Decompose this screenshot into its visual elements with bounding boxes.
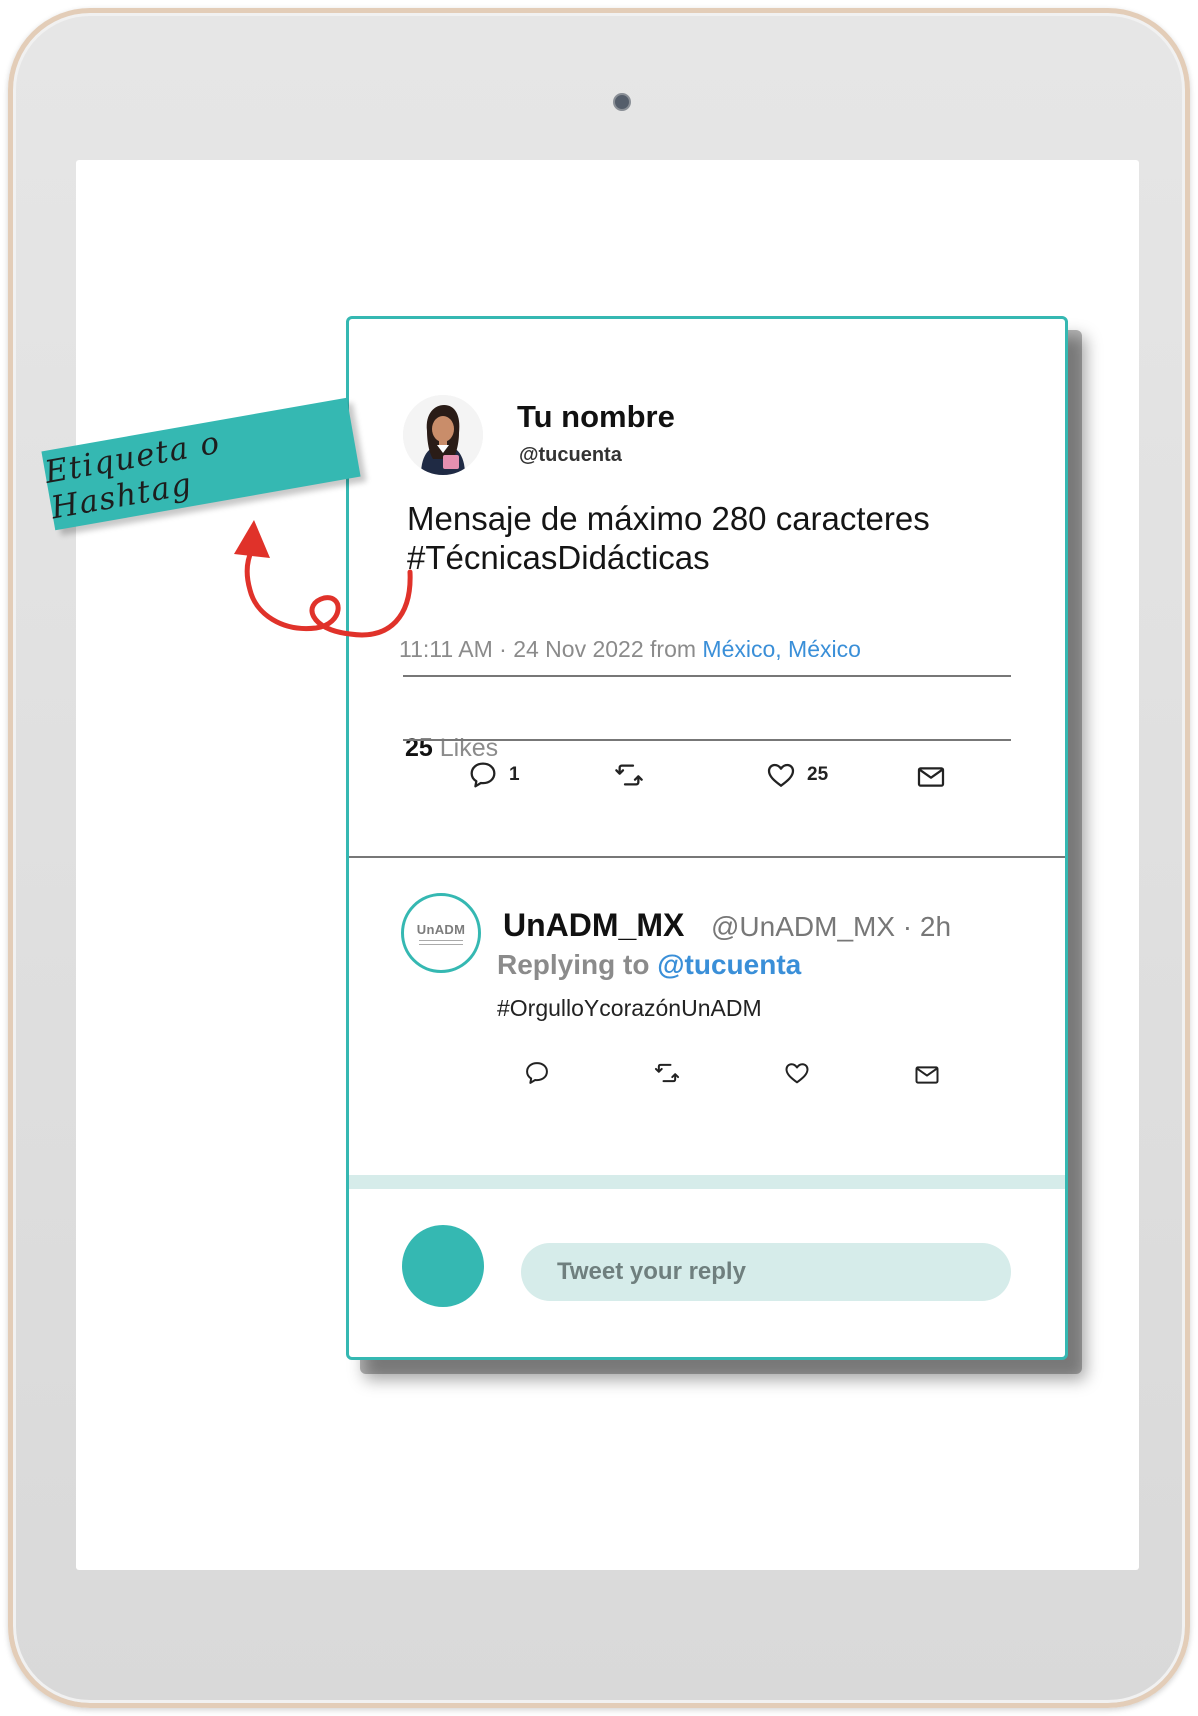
like-count: 25 bbox=[807, 764, 829, 785]
user-avatar[interactable] bbox=[403, 395, 483, 475]
retweet-icon bbox=[615, 764, 643, 786]
retweet-icon bbox=[654, 1063, 680, 1083]
annotation-arrow bbox=[234, 520, 413, 638]
current-user-avatar bbox=[402, 1225, 484, 1307]
tweet-text: Mensaje de máximo 280 caracteres #Técnic… bbox=[407, 499, 1027, 577]
section-divider bbox=[349, 856, 1065, 858]
reply-share-action[interactable] bbox=[913, 1061, 941, 1089]
user-handle[interactable]: @tucuenta bbox=[519, 444, 622, 467]
replying-prefix: Replying to bbox=[497, 949, 658, 980]
reply-hashtag[interactable]: #OrgulloYcorazónUnADM bbox=[497, 995, 762, 1022]
divider bbox=[403, 675, 1011, 677]
retweet-action[interactable] bbox=[613, 759, 645, 791]
replying-to: Replying to @tucuenta bbox=[497, 949, 801, 981]
reply-retweet-action[interactable] bbox=[653, 1059, 681, 1087]
section-band bbox=[349, 1175, 1065, 1189]
tweet-meta: 11:11 AM · 24 Nov 2022 from México, Méxi… bbox=[399, 636, 861, 663]
share-action[interactable] bbox=[915, 761, 947, 793]
replying-mention[interactable]: @tucuenta bbox=[657, 949, 801, 980]
tweet-hashtag[interactable]: #TécnicasDidácticas bbox=[407, 538, 1027, 577]
mail-icon bbox=[915, 1066, 939, 1084]
reply-comment-action[interactable] bbox=[523, 1059, 551, 1087]
logo-lines bbox=[419, 939, 463, 945]
reply-like-action[interactable] bbox=[783, 1059, 811, 1087]
mail-icon bbox=[917, 767, 945, 787]
front-camera bbox=[613, 93, 631, 111]
reply-input[interactable] bbox=[521, 1243, 1011, 1301]
heart-icon bbox=[767, 763, 795, 787]
heart-icon bbox=[785, 1063, 809, 1084]
user-name[interactable]: Tu nombre bbox=[517, 399, 675, 435]
tweet-text-line: Mensaje de máximo 280 caracteres bbox=[407, 500, 930, 537]
tweet-timestamp: 11:11 AM · 24 Nov 2022 from bbox=[399, 636, 703, 662]
divider bbox=[403, 739, 1011, 741]
person-photo bbox=[403, 395, 483, 475]
like-action[interactable]: 25 bbox=[765, 759, 828, 791]
tweet-card: Tu nombre @tucuenta Mensaje de máximo 28… bbox=[346, 316, 1068, 1360]
logo-text: UnADM bbox=[416, 921, 466, 937]
reply-author-name[interactable]: UnADM_MX bbox=[503, 907, 684, 944]
reply-count: 1 bbox=[509, 764, 520, 785]
reply-author-handle[interactable]: @UnADM_MX · 2h bbox=[711, 911, 951, 943]
reply-action[interactable]: 1 bbox=[467, 759, 520, 791]
comment-icon bbox=[526, 1062, 548, 1084]
comment-icon bbox=[470, 762, 496, 788]
tweet-location[interactable]: México, México bbox=[702, 636, 860, 662]
unadm-logo[interactable]: UnADM bbox=[401, 893, 481, 973]
